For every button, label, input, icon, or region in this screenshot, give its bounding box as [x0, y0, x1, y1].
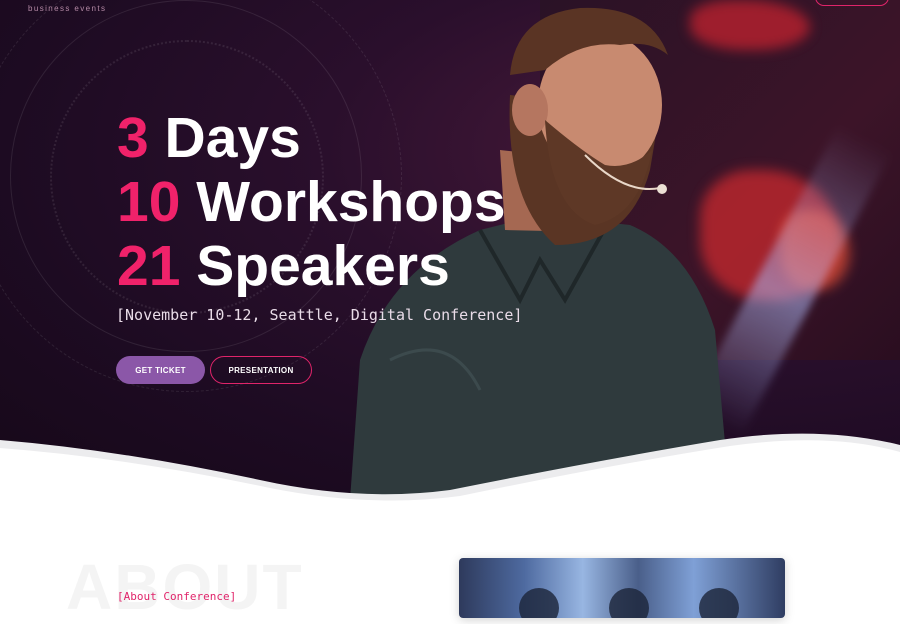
headline-text: Days: [148, 106, 301, 170]
headline-number: 3: [117, 106, 149, 170]
logo-tagline: business events: [28, 4, 107, 13]
audience-silhouette: [699, 588, 739, 618]
audience-silhouette: [609, 588, 649, 618]
header-button[interactable]: [815, 0, 889, 6]
headline-number: 21: [117, 234, 181, 298]
headline-text: Speakers: [180, 234, 450, 298]
headline-number: 10: [117, 170, 181, 234]
about-ghost-title: ABOUT: [66, 551, 304, 623]
hero-headline-speakers: 21 Speakers: [117, 236, 450, 296]
audience-silhouette: [519, 588, 559, 618]
event-dateline: [November 10-12, Seattle, Digital Confer…: [116, 306, 523, 324]
hero-headline-workshops: 10 Workshops: [117, 172, 506, 232]
headline-text: Workshops: [180, 170, 506, 234]
hero-headline-days: 3 Days: [117, 108, 301, 168]
about-section-label: [About Conference]: [117, 590, 237, 603]
about-conference-photo: [459, 558, 785, 618]
presentation-button[interactable]: PRESENTATION: [210, 356, 312, 384]
hero-wave-divider: [0, 433, 900, 520]
get-ticket-button[interactable]: GET TICKET: [116, 356, 205, 384]
